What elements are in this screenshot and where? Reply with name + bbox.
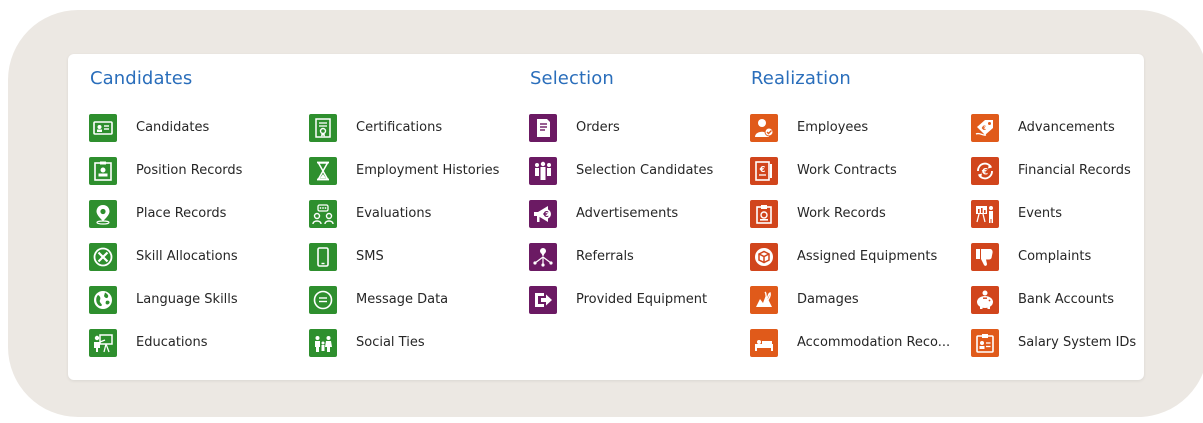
- menu-item-employment-histories[interactable]: Employment Histories: [309, 149, 529, 192]
- selection-column: Orders Selection Candidates € Advertisem…: [529, 106, 749, 321]
- certificate-icon: [309, 113, 337, 142]
- badge-icon: [89, 156, 117, 185]
- euro-cycle-icon: €: [971, 156, 999, 185]
- menu-item-label: Advancements: [1018, 120, 1115, 135]
- bed-icon: [750, 328, 778, 357]
- menu-item-label: SMS: [356, 249, 384, 264]
- menu-item-sms[interactable]: SMS: [309, 235, 529, 278]
- menu-item-label: Referrals: [576, 249, 634, 264]
- menu-item-language-skills[interactable]: Language Skills: [89, 278, 309, 321]
- menu-item-orders[interactable]: Orders: [529, 106, 749, 149]
- presentation-icon: [971, 199, 999, 228]
- menu-item-label: Work Contracts: [797, 163, 897, 178]
- menu-item-financial-records[interactable]: € Financial Records: [971, 149, 1191, 192]
- menu-item-label: Assigned Equipments: [797, 249, 938, 264]
- clipboard-icon: [750, 199, 778, 228]
- fire-damage-icon: [750, 285, 778, 314]
- menu-item-assigned-equipments[interactable]: Assigned Equipments: [750, 235, 970, 278]
- money-tag-icon: €: [971, 113, 999, 142]
- id-badge-icon: [971, 328, 999, 357]
- referral-network-icon: [529, 242, 557, 271]
- menu-item-damages[interactable]: Damages: [750, 278, 970, 321]
- menu-item-candidates[interactable]: Candidates: [89, 106, 309, 149]
- message-bubble-icon: [309, 285, 337, 314]
- svg-text:€: €: [542, 210, 549, 219]
- menu-item-skill-allocations[interactable]: Skill Allocations: [89, 235, 309, 278]
- menu-item-advertisements[interactable]: € Advertisements: [529, 192, 749, 235]
- section-title-candidates: Candidates: [90, 68, 193, 89]
- menu-item-label: Orders: [576, 120, 620, 135]
- hourglass-icon: [309, 156, 337, 185]
- arrow-out-icon: [529, 285, 557, 314]
- menu-item-label: Certifications: [356, 120, 443, 135]
- teacher-board-icon: [89, 328, 117, 357]
- family-icon: [309, 328, 337, 357]
- menu-item-complaints[interactable]: Complaints: [971, 235, 1191, 278]
- svg-text:€: €: [759, 165, 766, 174]
- menu-item-label: Place Records: [136, 206, 227, 221]
- menu-item-evaluations[interactable]: Evaluations: [309, 192, 529, 235]
- box-icon: [750, 242, 778, 271]
- menu-item-selection-candidates[interactable]: Selection Candidates: [529, 149, 749, 192]
- menu-item-label: Financial Records: [1018, 163, 1131, 178]
- candidates-column-1: Candidates Position Records Place Record…: [89, 106, 309, 364]
- tools-icon: [89, 242, 117, 271]
- menu-item-label: Provided Equipment: [576, 292, 708, 307]
- menu-item-label: Salary System IDs: [1018, 335, 1137, 350]
- speech-people-icon: [309, 199, 337, 228]
- menu-item-label: Employees: [797, 120, 869, 135]
- section-title-selection: Selection: [530, 68, 614, 89]
- menu-item-accommodation-records[interactable]: Accommodation Reco...: [750, 321, 970, 364]
- globe-icon: [89, 285, 117, 314]
- menu-item-referrals[interactable]: Referrals: [529, 235, 749, 278]
- menu-item-label: Damages: [797, 292, 859, 307]
- realization-column-2: € Advancements € Financial Records Event…: [971, 106, 1191, 364]
- menu-item-label: Position Records: [136, 163, 243, 178]
- phone-icon: [309, 242, 337, 271]
- menu-item-employees[interactable]: Employees: [750, 106, 970, 149]
- menu-item-label: Language Skills: [136, 292, 238, 307]
- menu-item-work-contracts[interactable]: € Work Contracts: [750, 149, 970, 192]
- menu-item-label: Work Records: [797, 206, 886, 221]
- menu-item-work-records[interactable]: Work Records: [750, 192, 970, 235]
- menu-item-label: Bank Accounts: [1018, 292, 1115, 307]
- piggy-bank-icon: [971, 285, 999, 314]
- map-pin-icon: [89, 199, 117, 228]
- menu-item-educations[interactable]: Educations: [89, 321, 309, 364]
- menu-item-salary-system-ids[interactable]: Salary System IDs: [971, 321, 1191, 364]
- menu-item-label: Advertisements: [576, 206, 679, 221]
- document-icon: [529, 113, 557, 142]
- svg-text:€: €: [981, 125, 986, 132]
- menu-item-label: Evaluations: [356, 206, 432, 221]
- menu-item-label: Message Data: [356, 292, 449, 307]
- employee-check-icon: [750, 113, 778, 142]
- candidates-column-2: Certifications Employment Histories Eval…: [309, 106, 529, 364]
- menu-item-provided-equipment[interactable]: Provided Equipment: [529, 278, 749, 321]
- menu-item-label: Complaints: [1018, 249, 1092, 264]
- menu-item-message-data[interactable]: Message Data: [309, 278, 529, 321]
- menu-item-position-records[interactable]: Position Records: [89, 149, 309, 192]
- section-title-realization: Realization: [751, 68, 851, 89]
- svg-text:€: €: [981, 167, 988, 177]
- menu-item-place-records[interactable]: Place Records: [89, 192, 309, 235]
- menu-item-label: Candidates: [136, 120, 210, 135]
- menu-item-label: Social Ties: [356, 335, 425, 350]
- menu-item-label: Educations: [136, 335, 208, 350]
- megaphone-icon: €: [529, 199, 557, 228]
- menu-item-bank-accounts[interactable]: Bank Accounts: [971, 278, 1191, 321]
- group-icon: [529, 156, 557, 185]
- contract-icon: €: [750, 156, 778, 185]
- realization-column-1: Employees € Work Contracts Work Records …: [750, 106, 970, 364]
- menu-item-label: Accommodation Reco...: [797, 335, 951, 350]
- menu-item-label: Selection Candidates: [576, 163, 714, 178]
- menu-item-certifications[interactable]: Certifications: [309, 106, 529, 149]
- menu-item-label: Events: [1018, 206, 1063, 221]
- menu-item-label: Skill Allocations: [136, 249, 238, 264]
- thumbs-down-icon: [971, 242, 999, 271]
- menu-item-social-ties[interactable]: Social Ties: [309, 321, 529, 364]
- menu-item-advancements[interactable]: € Advancements: [971, 106, 1191, 149]
- id-card-icon: [89, 113, 117, 142]
- menu-item-events[interactable]: Events: [971, 192, 1191, 235]
- menu-item-label: Employment Histories: [356, 163, 500, 178]
